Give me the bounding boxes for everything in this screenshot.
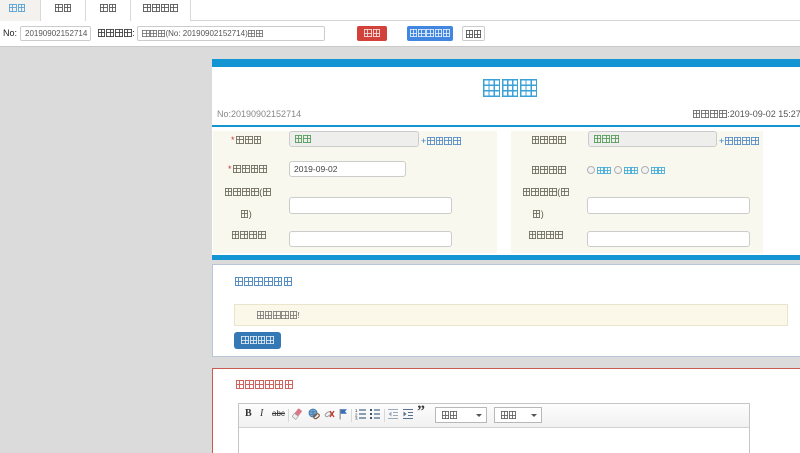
svg-text:3: 3: [355, 417, 358, 421]
